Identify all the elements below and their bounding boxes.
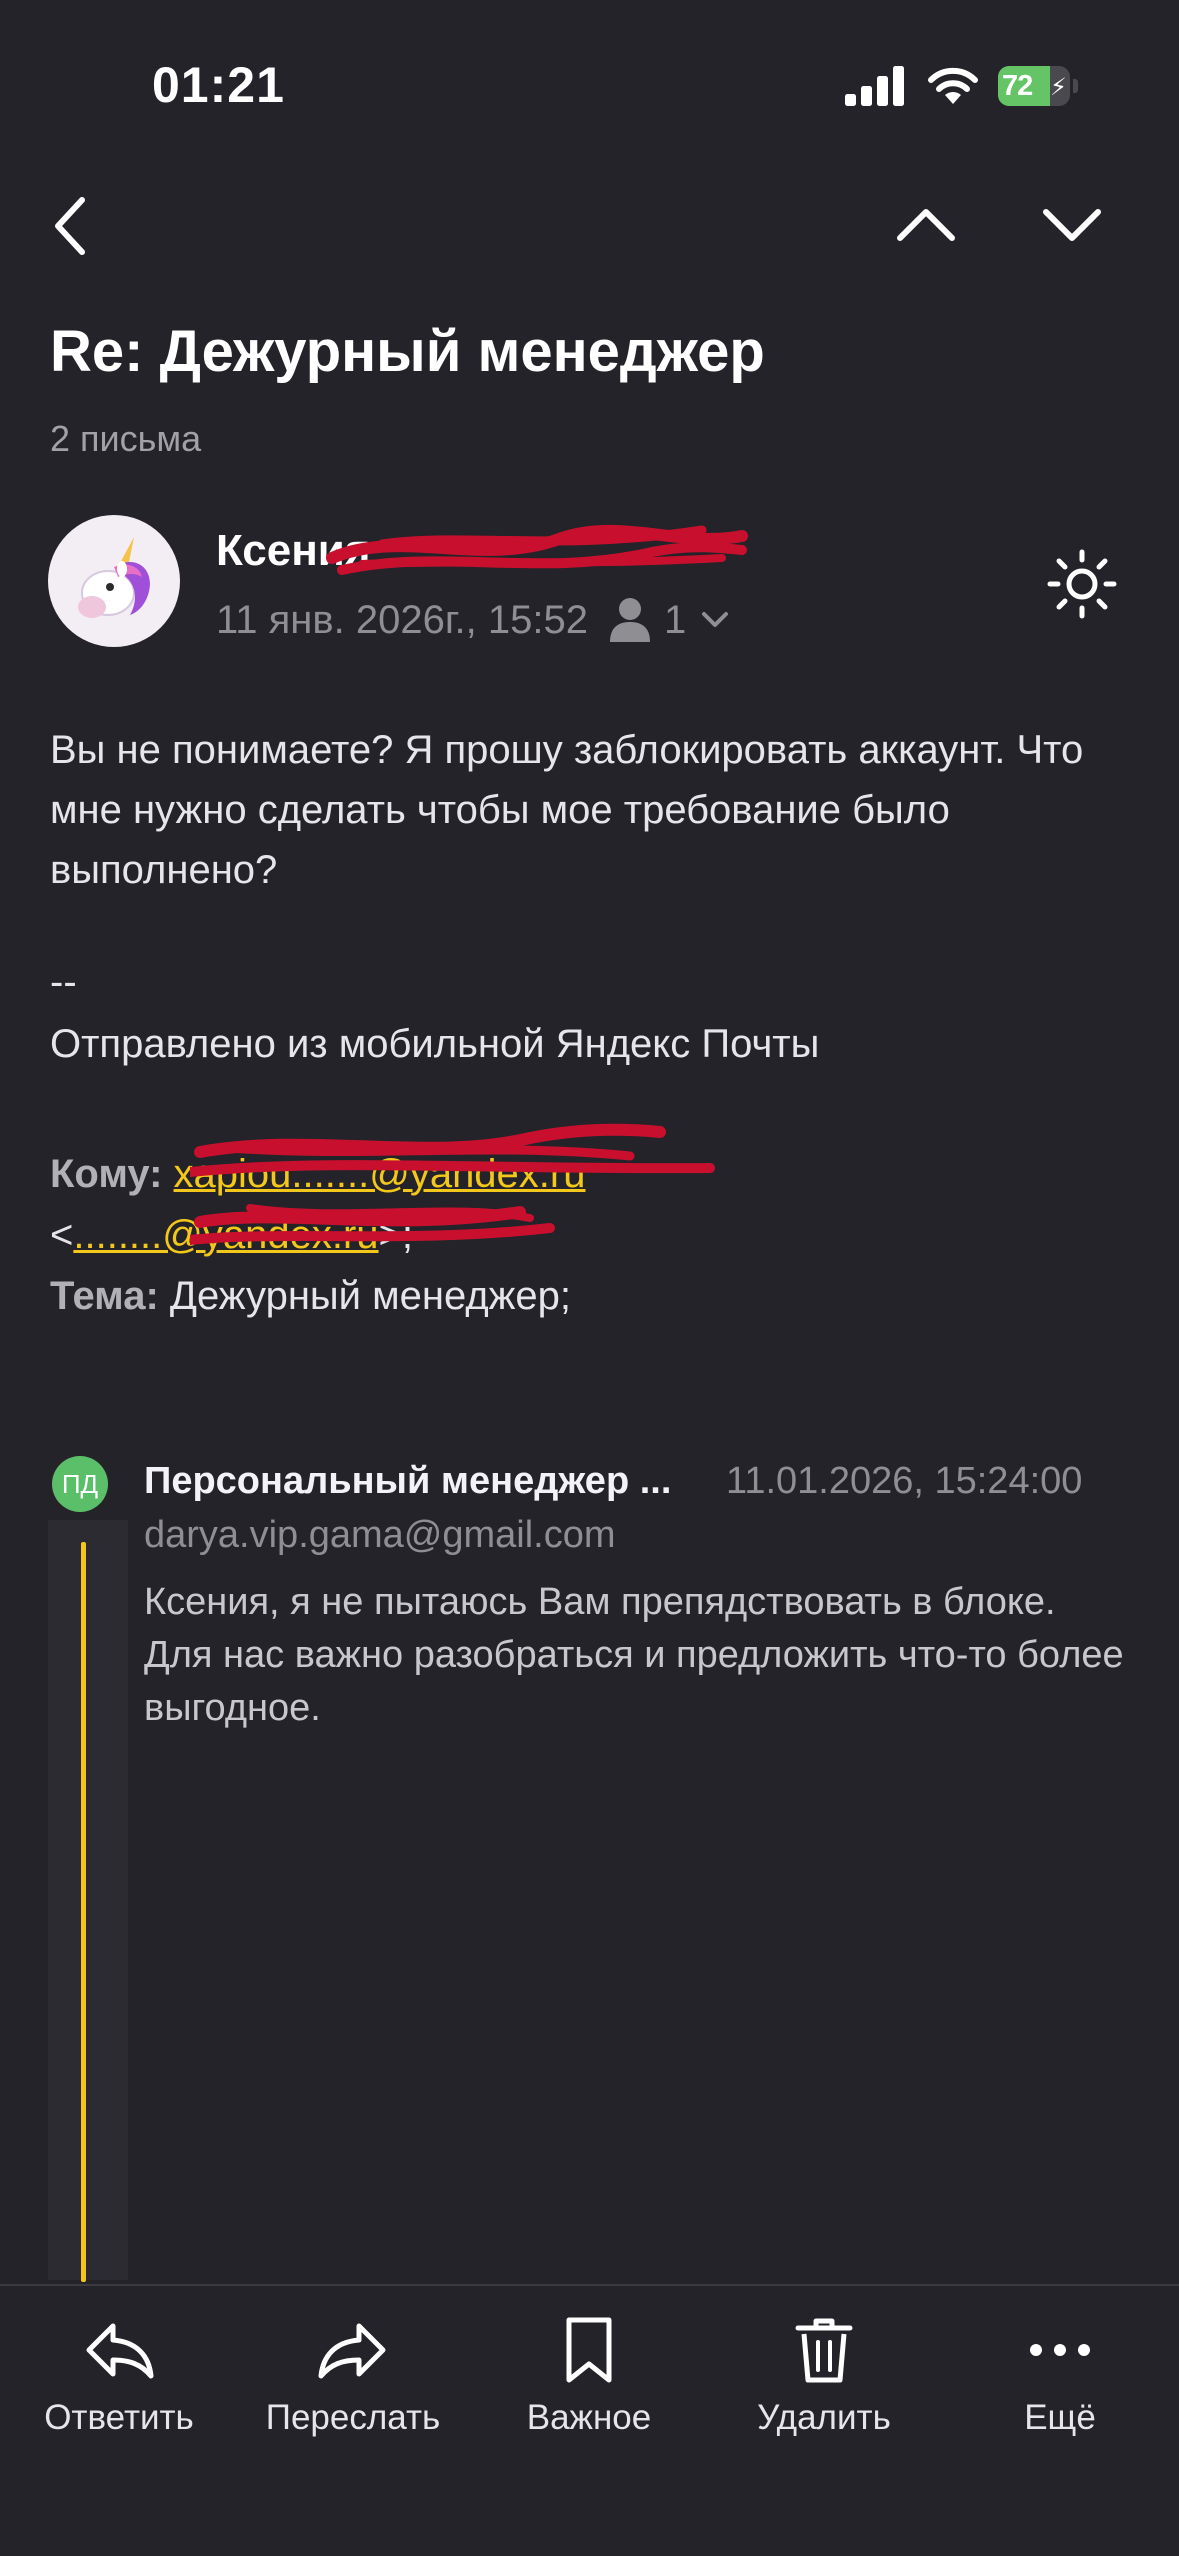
bottom-toolbar: Ответить Переслать Важное Удалить Ещё — [0, 2284, 1179, 2556]
theme-label: Тема: — [50, 1274, 159, 1318]
wifi-icon — [928, 67, 978, 104]
important-label: Важное — [526, 2398, 652, 2437]
quote-strip — [48, 1520, 128, 2280]
status-bar: 01:21 72 ⚡ — [0, 0, 1179, 170]
forward-icon — [318, 2323, 386, 2379]
delete-label: Удалить — [757, 2398, 891, 2437]
forward-label: Переслать — [265, 2398, 441, 2437]
quoted-body: Ксения, я не пытаюсь Вам препядствовать … — [144, 1581, 1124, 1729]
delete-button[interactable]: Удалить — [709, 2312, 939, 2438]
sun-icon[interactable] — [1046, 548, 1118, 620]
back-chevron-left-icon[interactable] — [46, 190, 96, 262]
next-email-chevron-down-icon[interactable] — [1036, 200, 1108, 250]
forward-button[interactable]: Переслать — [238, 2312, 468, 2438]
redaction-scribble-email — [190, 1123, 715, 1245]
more-label: Ещё — [1024, 2398, 1096, 2437]
status-time: 01:21 — [152, 57, 285, 113]
more-dots-icon — [1030, 2344, 1090, 2356]
message-datetime: 11 янв. 2026г., 15:52 — [216, 597, 588, 642]
previous-email-chevron-up-icon[interactable] — [890, 200, 962, 250]
message-body: Вы не понимаете? Я прошу заблокировать а… — [50, 728, 1084, 892]
important-button[interactable]: Важное — [474, 2312, 704, 2438]
reply-button[interactable]: Ответить — [4, 2312, 234, 2438]
trash-icon — [795, 2318, 853, 2383]
more-button[interactable]: Ещё — [945, 2312, 1175, 2438]
message-meta[interactable]: 11 янв. 2026г., 15:52 1 — [216, 596, 732, 644]
recipient-count: 1 — [664, 597, 687, 642]
theme-value: Дежурный менеджер; — [169, 1274, 572, 1318]
signature-separator: -- — [50, 960, 77, 1004]
quoted-sender-name: Персональный менеджер ... — [144, 1460, 672, 1502]
charging-bolt-icon: ⚡ — [1050, 74, 1067, 101]
battery-level: 72 — [1002, 70, 1033, 102]
reply-label: Ответить — [44, 2398, 194, 2437]
bookmark-icon — [566, 2317, 612, 2383]
thread-subject: Re: Дежурный менеджер — [50, 319, 765, 384]
redaction-scribble — [326, 524, 748, 575]
person-icon — [610, 598, 650, 642]
quoted-date: 11.01.2026, 15:24:00 — [726, 1460, 1083, 1502]
quoted-sender-email[interactable]: darya.vip.gama@gmail.com — [144, 1514, 616, 1557]
chevron-down-icon[interactable] — [698, 608, 732, 632]
to-open-bracket: < — [50, 1213, 74, 1257]
unicorn-avatar-icon[interactable] — [48, 515, 180, 647]
to-label: Кому: — [50, 1152, 163, 1196]
message-signature: Отправлено из мобильной Яндекс Почты — [50, 1022, 820, 1066]
quoted-sender-avatar: ПД — [52, 1456, 108, 1512]
battery-indicator: 72 ⚡ — [998, 66, 1078, 106]
forward-subject-line: Тема: Дежурный менеджер; — [50, 1266, 571, 1326]
thread-message-count: 2 письма — [50, 418, 202, 459]
reply-icon — [86, 2323, 154, 2379]
cellular-signal-icon — [845, 66, 904, 106]
quote-bar — [81, 1542, 86, 2282]
email-view-screen: 01:21 72 ⚡ Re: Дежурный менеджер 2 письм… — [0, 0, 1179, 2556]
